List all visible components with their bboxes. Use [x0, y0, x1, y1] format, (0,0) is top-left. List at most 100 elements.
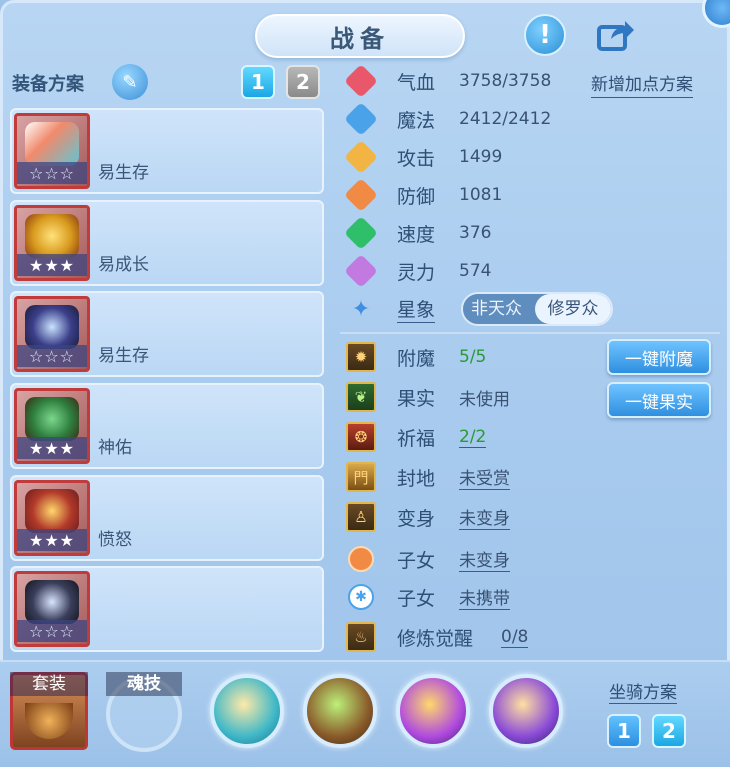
equipment-icon: ★★★: [14, 480, 90, 556]
constellation-label[interactable]: 星象: [397, 295, 436, 323]
extra-value[interactable]: 未变身: [459, 546, 510, 572]
share-button[interactable]: [595, 14, 637, 56]
shield-icon: [344, 178, 378, 212]
divider: [340, 332, 720, 334]
skill-orb-monk[interactable]: [210, 674, 284, 748]
info-button[interactable]: !: [524, 14, 566, 56]
paw-icon: ✱: [346, 582, 376, 612]
equipment-slot[interactable]: ☆☆☆ 易生存: [10, 291, 324, 377]
stat-name: 攻击: [397, 147, 436, 170]
jade-necklace-icon: [25, 397, 79, 441]
stat-value: 1081: [459, 185, 503, 205]
star-rating: ☆☆☆: [17, 162, 87, 184]
stat-value: 376: [459, 223, 492, 243]
star-rating: ★★★: [17, 529, 87, 551]
extra-name: 祈福: [397, 427, 436, 450]
cauldron-icon: [25, 703, 73, 739]
star-rating: ★★★: [17, 437, 87, 459]
extra-value[interactable]: 2/2: [459, 427, 487, 448]
add-point-plan-link[interactable]: 新增加点方案: [591, 70, 693, 98]
equipment-icon: ☆☆☆: [14, 571, 90, 647]
blessing-icon: ❂: [346, 422, 376, 452]
stat-name: 灵力: [397, 261, 436, 284]
exclamation-icon: !: [539, 20, 551, 50]
child-icon: [346, 544, 376, 574]
extra-value: 未使用: [459, 389, 510, 410]
extra-value[interactable]: 未受赏: [459, 464, 510, 490]
enchant-icon: ✹: [346, 342, 376, 372]
one-click-fruit-button[interactable]: 一键果实: [607, 382, 711, 418]
equipment-name: 易成长: [98, 255, 149, 275]
golden-helmet-icon: [25, 214, 79, 258]
extra-row-fief: 門 封地 未受赏: [346, 460, 510, 494]
extra-name: 修炼觉醒: [397, 627, 474, 650]
skill-orb-moon[interactable]: [489, 674, 563, 748]
extra-value[interactable]: 未变身: [459, 504, 510, 530]
extra-value[interactable]: 0/8: [501, 627, 529, 648]
equipment-slot[interactable]: ★★★ 神佑: [10, 383, 324, 469]
equipment-icon: ☆☆☆: [14, 296, 90, 372]
equipment-slot[interactable]: ☆☆☆ 易生存: [10, 108, 324, 194]
transform-icon: ♙: [346, 502, 376, 532]
star-rating: ☆☆☆: [17, 620, 87, 642]
star-compass-icon: ✦: [351, 296, 371, 322]
star-rating: ☆☆☆: [17, 345, 87, 367]
toggle-option-xiuluozhong[interactable]: 修罗众: [535, 294, 611, 324]
equipment-slot[interactable]: ★★★ 易成长: [10, 200, 324, 286]
spirit-icon: [344, 254, 378, 288]
extra-name: 封地: [397, 467, 436, 490]
stat-name: 魔法: [397, 109, 436, 132]
equipment-name: 神佑: [98, 438, 132, 458]
equipment-slot[interactable]: ☆☆☆: [10, 566, 324, 652]
mana-icon: [344, 102, 378, 136]
stat-row-hp: 气血 3758/3758: [344, 64, 551, 98]
suit-label: 套装: [10, 672, 88, 696]
dark-armor-icon: [25, 305, 79, 349]
mount-tab-2[interactable]: 2: [652, 714, 686, 748]
stat-name: 防御: [397, 185, 436, 208]
sword-icon: [344, 140, 378, 174]
gem-belt-icon: [25, 489, 79, 533]
equipment-name: 易生存: [98, 163, 149, 183]
skill-orb-chest[interactable]: [396, 674, 470, 748]
extra-value[interactable]: 未携带: [459, 584, 510, 610]
plan-tab-2[interactable]: 2: [286, 65, 320, 99]
extra-row-blessing: ❂ 祈福 2/2: [346, 420, 487, 454]
mount-plan-label[interactable]: 坐骑方案: [609, 678, 677, 704]
extra-row-child: 子女 未变身: [346, 542, 510, 576]
speed-icon: [344, 216, 378, 250]
plan-tab-1[interactable]: 1: [241, 65, 275, 99]
star-rating: ★★★: [17, 254, 87, 276]
shadow-boots-icon: [25, 580, 79, 624]
stat-value: 2412/2412: [459, 109, 552, 129]
extra-row-cultivation: ♨ 修炼觉醒 0/8: [346, 620, 529, 654]
constellation-toggle[interactable]: 非天众 修罗众: [461, 292, 613, 326]
stat-row-attack: 攻击 1499: [344, 140, 502, 174]
stat-row-speed: 速度 376: [344, 216, 491, 250]
page-title: 战备: [330, 24, 390, 53]
stat-row-constellation: ✦ 星象: [346, 292, 436, 326]
equipment-slot[interactable]: ★★★ 愤怒: [10, 475, 324, 561]
stat-value: 574: [459, 261, 492, 281]
equipment-icon: ★★★: [14, 205, 90, 281]
soul-skill-label: 魂技: [106, 672, 182, 696]
stat-row-spirit: 灵力 574: [344, 254, 491, 288]
fief-icon: 門: [346, 462, 376, 492]
extra-row-fruit: ❦ 果实 未使用: [346, 380, 510, 414]
edit-plan-button[interactable]: ✎: [112, 64, 148, 100]
extra-row-enchant: ✹ 附魔 5/5: [346, 340, 486, 374]
ice-pop-icon: [25, 122, 79, 166]
skill-orb-blade[interactable]: [303, 674, 377, 748]
mount-tab-1[interactable]: 1: [607, 714, 641, 748]
share-icon: [597, 21, 634, 51]
stat-value: 1499: [459, 147, 503, 167]
extra-row-transform: ♙ 变身 未变身: [346, 500, 510, 534]
cultivation-icon: ♨: [346, 622, 376, 652]
toggle-option-feitianzhong[interactable]: 非天众: [471, 294, 522, 324]
one-click-enchant-button[interactable]: 一键附魔: [607, 339, 711, 375]
pencil-icon: ✎: [122, 71, 138, 93]
equipment-name: 易生存: [98, 346, 149, 366]
stat-row-mp: 魔法 2412/2412: [344, 102, 551, 136]
extra-name: 变身: [397, 507, 436, 530]
extra-name: 子女: [397, 549, 436, 572]
